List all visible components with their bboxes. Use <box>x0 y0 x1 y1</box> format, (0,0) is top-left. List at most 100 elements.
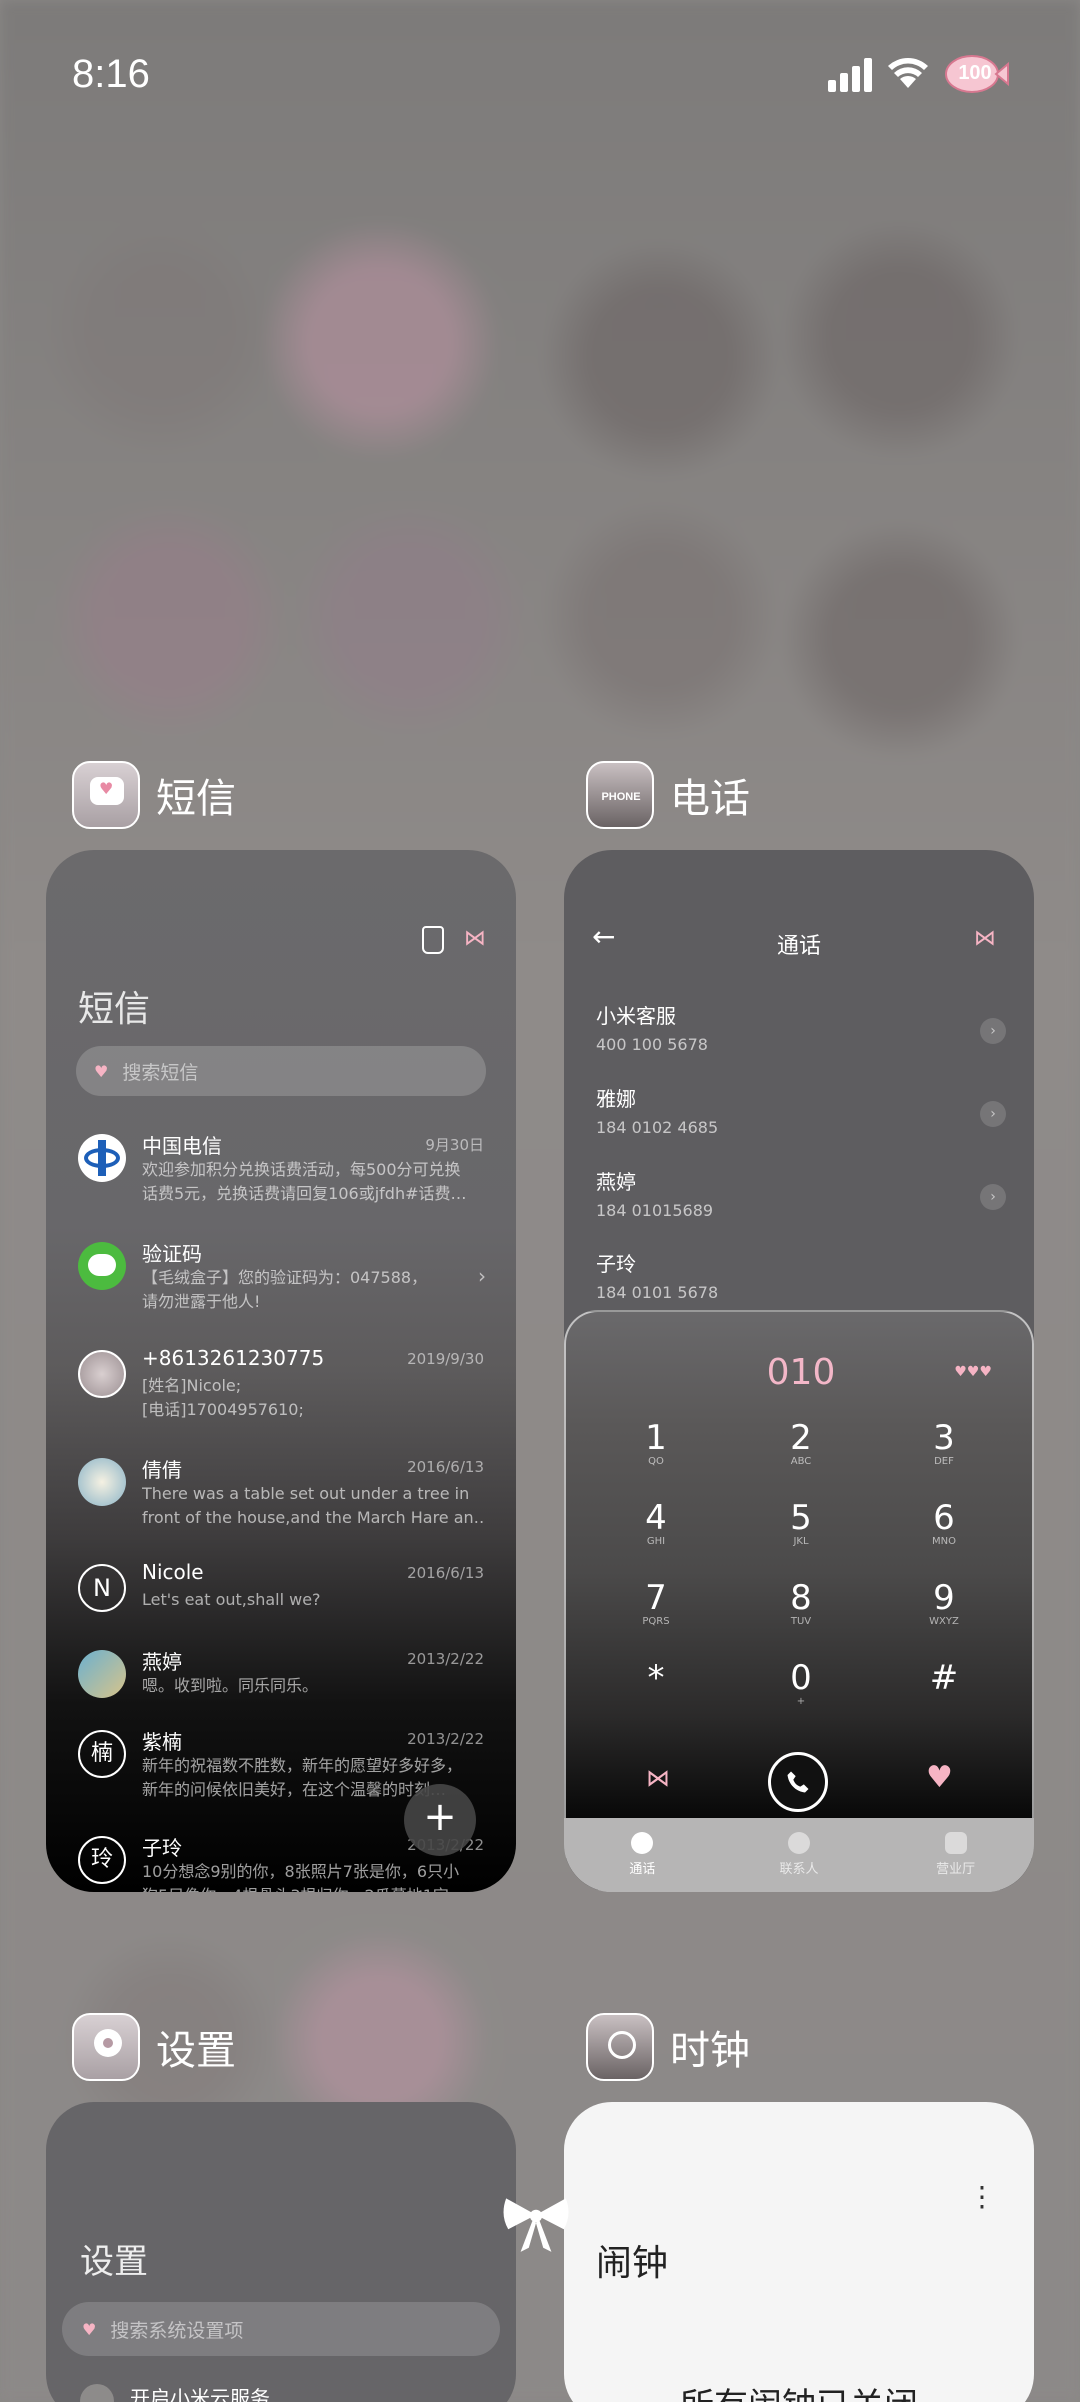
settings-search-placeholder: 搜索系统设置项 <box>110 2319 244 2342</box>
message-sender: 子玲 <box>142 1836 182 1860</box>
message-date: 2016/6/13 <box>407 1458 484 1476</box>
clock-icon <box>608 2031 636 2059</box>
chat-bubble-avatar <box>78 1242 126 1290</box>
dial-key-9[interactable]: 9 WXYZ <box>884 1578 1004 1627</box>
phone-app-card[interactable]: ← 通话 ⋈ 小米客服 400 100 5678 › 雅娜 184 0102 4… <box>564 850 1034 1892</box>
message-date: 9月30日 <box>425 1136 484 1154</box>
message-row[interactable]: N Nicole 2016/6/13 Let's eat out,shall w… <box>46 1556 516 1656</box>
bow-icon[interactable]: ⋈ <box>646 1764 670 1792</box>
building-icon <box>944 1832 967 1854</box>
tab-service-hall[interactable]: 营业厅 <box>877 1818 1034 1892</box>
message-sender: +8613261230775 <box>142 1346 325 1370</box>
status-bar: 8:16 100 <box>0 0 1080 150</box>
tab-calls[interactable]: 通话 <box>564 1818 721 1892</box>
message-row[interactable]: 验证码 › 【毛绒盒子】您的验证码为：047588， 请勿泄露于他人! <box>46 1234 516 1334</box>
sms-app-name: 短信 <box>156 776 236 822</box>
phone-app-header[interactable]: PHONE 电话 <box>586 760 750 830</box>
message-row[interactable]: 中国电信 9月30日 欢迎参加积分兑换话费活动，每500分可兑换 话费5元，兑换… <box>46 1126 516 1226</box>
new-message-button[interactable]: + <box>404 1784 476 1856</box>
chevron-right-icon[interactable]: › <box>980 1018 1006 1044</box>
clock-app-icon <box>586 2013 654 2081</box>
message-preview: [姓名]Nicole; [电话]17004957610; <box>142 1376 304 1419</box>
phone-app-icon: PHONE <box>586 761 654 829</box>
settings-app-card[interactable]: 设置 ♥ 搜索系统设置项 开启小米云服务 <box>46 2102 516 2402</box>
message-preview: Let's eat out,shall we? <box>142 1590 321 1609</box>
sms-search-placeholder: 搜索短信 <box>122 1061 199 1084</box>
contact-avatar <box>78 1650 126 1698</box>
contact-row[interactable]: 子玲 184 0101 5678 <box>596 1248 1006 1318</box>
message-sender: 紫楠 <box>142 1730 182 1754</box>
message-row[interactable]: +8613261230775 2019/9/30 [姓名]Nicole; [电话… <box>46 1342 516 1442</box>
battery-level: 100 <box>958 62 992 84</box>
brush-icon[interactable] <box>422 926 444 954</box>
message-preview: 【毛绒盒子】您的验证码为：047588， 请勿泄露于他人! <box>142 1268 428 1311</box>
bow-icon: ⋈ <box>974 926 996 951</box>
heart-icon: ♥ <box>82 2319 97 2339</box>
dial-key-4[interactable]: 4 GHI <box>596 1498 716 1547</box>
tab-contacts[interactable]: 联系人 <box>721 1818 878 1892</box>
dialpad-panel[interactable]: 010 ♥♥♥ 1 QO 2 ABC 3 DEF 4 GHI 5 JKL 6 MNO 7 PQ… <box>564 1310 1034 1892</box>
sms-search-input[interactable]: ♥ 搜索短信 <box>76 1046 486 1096</box>
bow-icon: ⋈ <box>464 926 486 951</box>
phone-icon <box>787 1771 809 1793</box>
chevron-right-icon[interactable]: › <box>980 1184 1006 1210</box>
call-button[interactable] <box>768 1752 828 1812</box>
message-sender: Nicole <box>142 1560 204 1584</box>
bow-decoration-icon <box>503 2198 569 2252</box>
heart-icon[interactable]: ♥ <box>926 1760 953 1795</box>
settings-app-icon <box>72 2013 140 2081</box>
sms-app-icon: ♥ <box>72 761 140 829</box>
sms-title: 短信 <box>78 989 151 1030</box>
message-sender: 验证码 <box>142 1242 202 1266</box>
dial-key-0[interactable]: 0 + <box>741 1658 861 1707</box>
contact-row[interactable]: 燕婷 184 01015689 › <box>596 1166 1006 1236</box>
initial-avatar: 楠 <box>78 1730 126 1778</box>
dial-key-5[interactable]: 5 JKL <box>741 1498 861 1547</box>
message-date: 2013/2/22 <box>407 1730 484 1748</box>
settings-app-header[interactable]: 设置 <box>72 2012 236 2082</box>
message-date: 2013/2/22 <box>407 1650 484 1668</box>
settings-title: 设置 <box>80 2242 148 2282</box>
initial-avatar: N <box>78 1564 126 1612</box>
message-sender: 倩倩 <box>142 1458 182 1482</box>
heart-icon: ♥ <box>94 1061 109 1081</box>
message-preview: There was a table set out under a tree i… <box>142 1484 486 1527</box>
dial-key-1[interactable]: 1 QO <box>596 1418 716 1467</box>
dial-key-3[interactable]: 3 DEF <box>884 1418 1004 1467</box>
clock-title: 闹钟 <box>596 2243 669 2284</box>
dial-key-hash[interactable]: # <box>884 1658 1004 1698</box>
message-preview: 嗯。收到啦。同乐同乐。 <box>142 1676 319 1695</box>
contact-icon <box>788 1832 810 1854</box>
sms-app-card[interactable]: ⋈ 短信 ♥ 搜索短信 中国电信 9月30日 欢迎参加积分兑换话费活动，每500… <box>46 850 516 1892</box>
contact-row[interactable]: 小米客服 400 100 5678 › <box>596 1000 1006 1070</box>
cloud-icon <box>80 2384 114 2402</box>
message-date: 2019/9/30 <box>407 1350 484 1368</box>
contact-avatar <box>78 1350 126 1398</box>
more-options-icon[interactable]: ⋮ <box>968 2180 996 2213</box>
phone-tab-bar: 通话 联系人 营业厅 <box>564 1818 1034 1892</box>
contact-row[interactable]: 雅娜 184 0102 4685 › <box>596 1083 1006 1153</box>
message-row[interactable]: 倩倩 2016/6/13 There was a table set out u… <box>46 1450 516 1550</box>
dial-key-6[interactable]: 6 MNO <box>884 1498 1004 1547</box>
message-date: 2016/6/13 <box>407 1564 484 1582</box>
contact-avatar <box>78 1458 126 1506</box>
settings-search-input[interactable]: ♥ 搜索系统设置项 <box>62 2302 500 2356</box>
settings-item-cloud[interactable]: 开启小米云服务 <box>130 2382 270 2402</box>
message-preview: 10分想念9别的你，8张照片7张是你，6只小 狗5只像你，4根骨头3根归你，2瓜… <box>142 1862 460 1892</box>
clock-app-card[interactable]: ⋮ 闹钟 所有闹钟已关闭 <box>564 2102 1034 2402</box>
dial-key-2[interactable]: 2 ABC <box>741 1418 861 1467</box>
clock-app-name: 时钟 <box>670 2028 750 2074</box>
chevron-right-icon[interactable]: › <box>980 1101 1006 1127</box>
phone-icon <box>631 1832 654 1854</box>
clock-app-header[interactable]: 时钟 <box>586 2012 750 2082</box>
phone-title: 通话 <box>776 934 821 959</box>
sms-app-header[interactable]: ♥ 短信 <box>72 760 236 830</box>
signal-icon <box>828 58 872 92</box>
dial-key-star[interactable]: * <box>596 1658 716 1698</box>
status-time: 8:16 <box>72 52 150 96</box>
dial-key-7[interactable]: 7 PQRS <box>596 1578 716 1627</box>
phone-app-name: 电话 <box>670 776 750 822</box>
dial-key-8[interactable]: 8 TUV <box>741 1578 861 1627</box>
alarm-status: 所有闹钟已关闭 <box>564 2378 1034 2402</box>
wifi-icon <box>888 58 928 88</box>
